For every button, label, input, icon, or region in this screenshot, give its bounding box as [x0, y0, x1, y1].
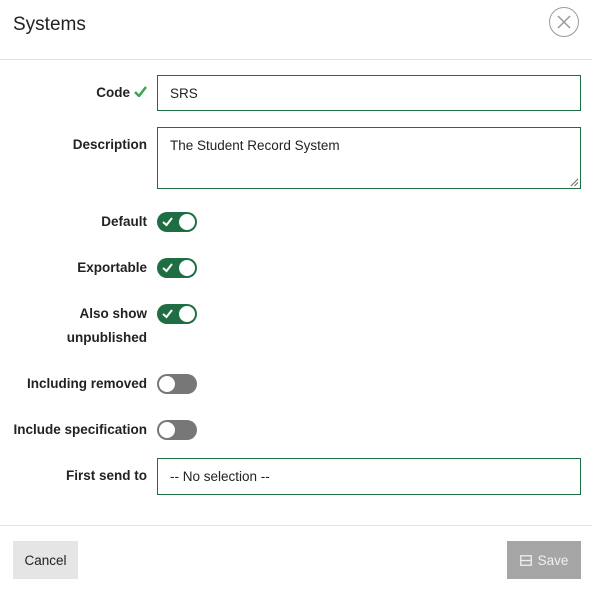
toggle-knob — [179, 214, 195, 230]
toggle-knob — [159, 422, 175, 438]
save-label: Save — [537, 552, 569, 568]
exportable-label: Exportable — [77, 260, 147, 275]
code-input[interactable]: SRS — [157, 75, 581, 111]
dialog-title: Systems — [13, 14, 86, 35]
save-button[interactable]: Save — [507, 541, 581, 579]
save-icon — [519, 554, 532, 566]
close-icon — [557, 15, 571, 29]
toggle-knob — [179, 260, 195, 276]
include-specification-label: Include specification — [13, 422, 147, 437]
toggle-check-icon — [162, 309, 173, 319]
include-specification-toggle[interactable] — [157, 420, 197, 440]
also-show-unpublished-toggle[interactable] — [157, 304, 197, 324]
code-input-value: SRS — [170, 85, 198, 101]
including-removed-label: Including removed — [26, 376, 147, 391]
including-removed-toggle[interactable] — [157, 374, 197, 394]
description-value: The Student Record System — [170, 138, 340, 153]
first-send-to-value: -- No selection -- — [170, 469, 270, 484]
toggle-knob — [159, 376, 175, 392]
description-label: Description — [72, 137, 147, 152]
first-send-to-select[interactable]: -- No selection -- — [157, 458, 581, 495]
default-toggle[interactable] — [157, 212, 197, 232]
description-textarea[interactable]: The Student Record System — [157, 127, 581, 189]
also-show-unpublished-label: Also show unpublished — [66, 306, 147, 345]
cancel-button[interactable]: Cancel — [13, 541, 78, 579]
dialog-header: Systems — [0, 0, 592, 60]
default-label: Default — [101, 214, 147, 229]
exportable-toggle[interactable] — [157, 258, 197, 278]
valid-check-icon — [134, 86, 147, 98]
dialog-footer: Cancel Save — [0, 525, 592, 590]
close-button[interactable] — [549, 7, 579, 37]
toggle-check-icon — [162, 263, 173, 273]
toggle-check-icon — [162, 217, 173, 227]
code-label: Code — [96, 85, 147, 100]
first-send-to-label: First send to — [65, 468, 147, 483]
resize-handle-icon — [570, 178, 579, 187]
toggle-knob — [179, 306, 195, 322]
